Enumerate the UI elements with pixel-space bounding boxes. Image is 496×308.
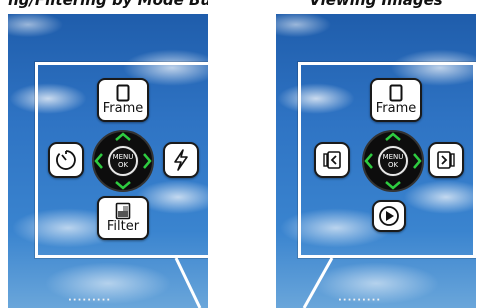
previous-image-icon: [323, 151, 341, 169]
next-image-icon: [437, 151, 455, 169]
menu-ok-line2: OK: [387, 161, 399, 169]
right-panel: Viewing Images Frame MENU OK ·········: [276, 0, 476, 308]
menu-ok-button[interactable]: MENU OK: [108, 146, 138, 176]
lens-dots: ·········: [68, 295, 112, 306]
right-caption: Viewing Images: [309, 0, 443, 9]
playback-button[interactable]: [372, 200, 406, 232]
self-timer-icon: [56, 150, 76, 170]
menu-ok-line1: MENU: [112, 153, 134, 161]
previous-image-button[interactable]: [314, 142, 350, 178]
caption-strip: Viewing Images: [276, 0, 476, 14]
menu-ok-button[interactable]: MENU OK: [378, 146, 408, 176]
self-timer-button[interactable]: [48, 142, 84, 178]
filter-button[interactable]: Filter: [97, 196, 149, 240]
frame-icon: [389, 84, 403, 102]
frame-button[interactable]: Frame: [97, 78, 149, 122]
menu-ok-line1: MENU: [382, 153, 404, 161]
frame-button[interactable]: Frame: [370, 78, 422, 122]
filter-icon: [115, 202, 131, 220]
filter-label: Filter: [106, 219, 140, 234]
flash-icon: [174, 149, 188, 171]
left-caption: ng/Filtering by Mode Button: [8, 0, 208, 9]
frame-icon: [116, 84, 130, 102]
menu-ok-line2: OK: [117, 161, 129, 169]
control-dial[interactable]: MENU OK: [92, 130, 154, 192]
flash-button[interactable]: [163, 142, 199, 178]
frame-label: Frame: [102, 101, 144, 116]
caption-strip: ng/Filtering by Mode Button: [8, 0, 208, 14]
control-dial[interactable]: MENU OK: [362, 130, 424, 192]
frame-label: Frame: [375, 101, 417, 116]
playback-icon: [379, 206, 399, 226]
next-image-button[interactable]: [428, 142, 464, 178]
left-panel: ng/Filtering by Mode Button Frame MENU O…: [8, 0, 208, 308]
lens-dots: ·········: [338, 295, 382, 306]
